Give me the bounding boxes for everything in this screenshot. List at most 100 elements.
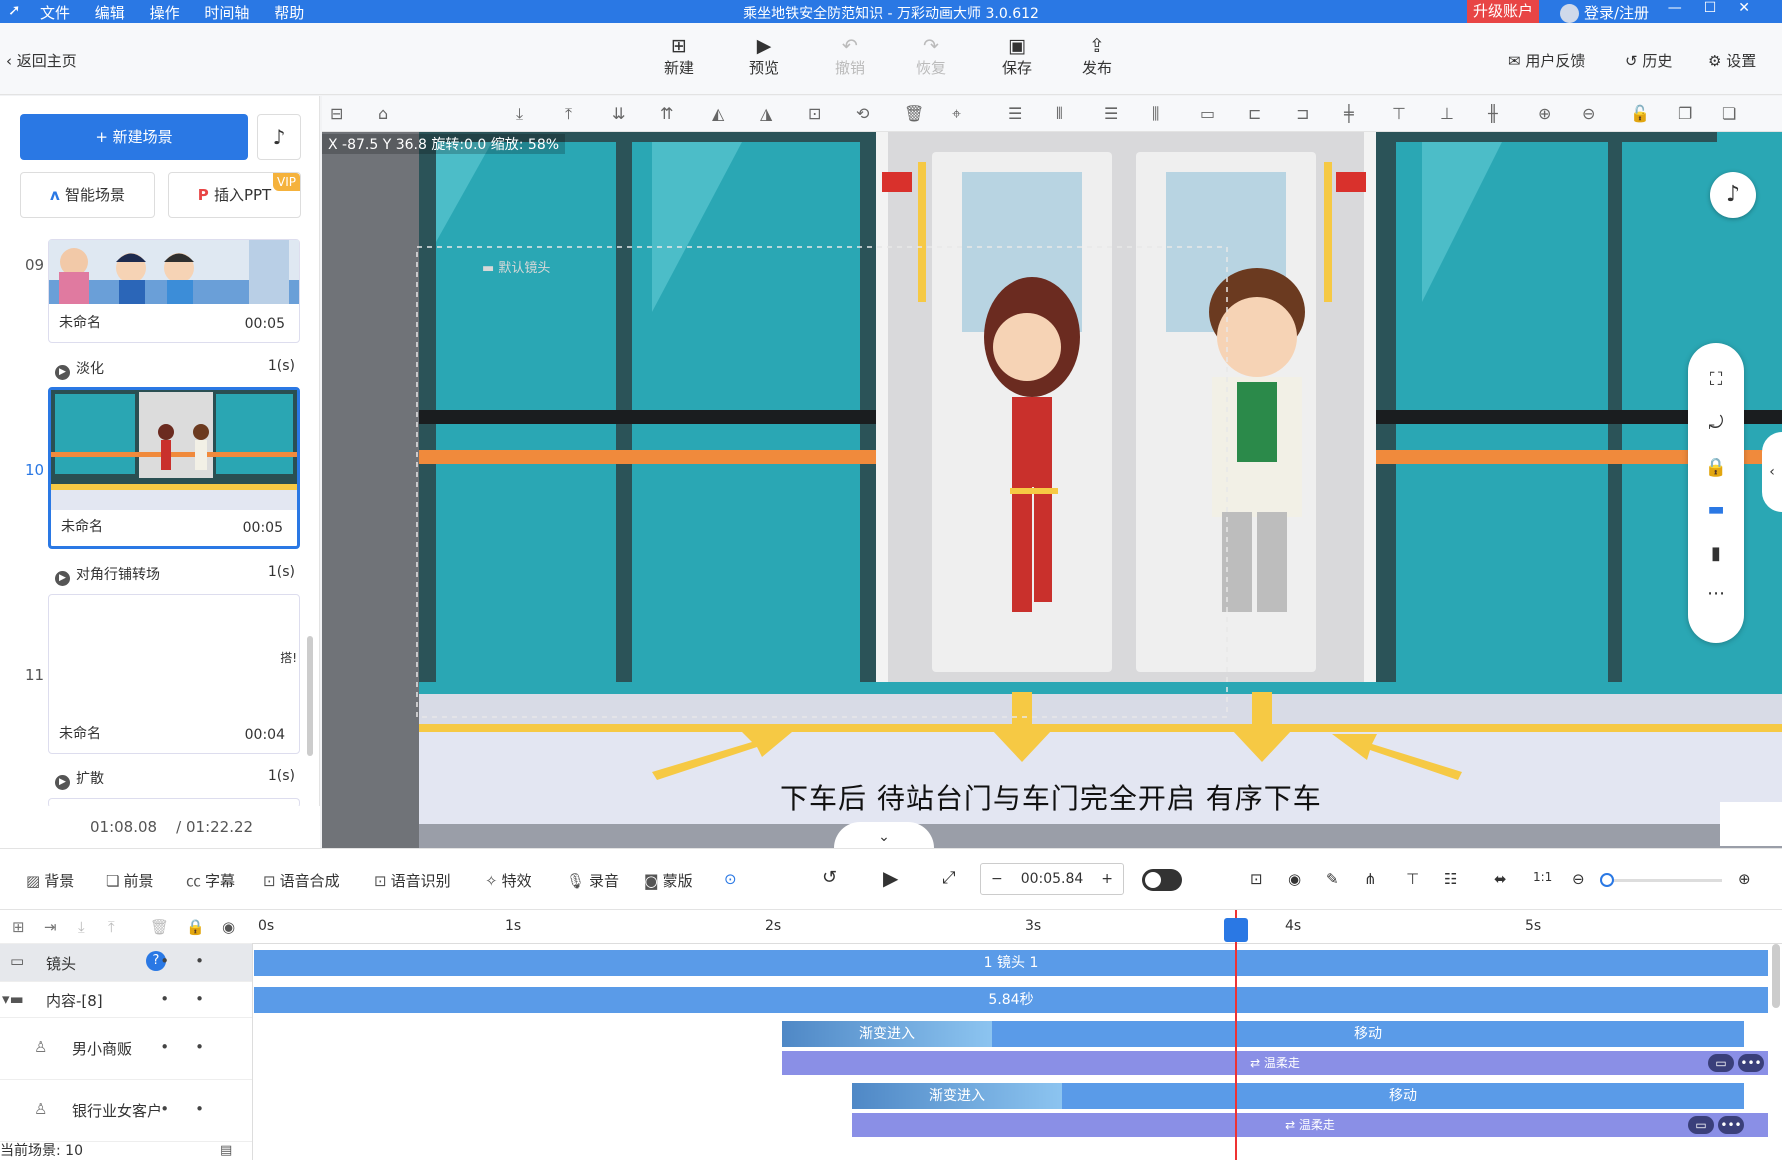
mask-button[interactable]: ◙ 蒙版 — [644, 870, 693, 891]
new-scene-button[interactable]: + 新建场景 — [20, 114, 248, 160]
rotate-view-icon[interactable]: ⤾ — [1688, 413, 1744, 434]
scene-card-10[interactable]: 未命名 00:05 — [48, 387, 300, 549]
split-icon[interactable]: ⋔ — [1364, 870, 1377, 888]
center-h-icon[interactable]: ╪ — [1344, 104, 1354, 123]
background-button[interactable]: ▨ 背景 — [26, 870, 74, 891]
track-content-folder[interactable]: ▾▬ 内容-[8] •• — [0, 982, 252, 1018]
foreground-button[interactable]: ❏ 前景 — [106, 870, 153, 891]
preview-button[interactable]: ▶ 预览 — [736, 35, 792, 78]
insert-ppt-button[interactable]: P 插入PPT VIP — [168, 172, 301, 218]
replay-icon[interactable]: ↺ — [822, 867, 837, 888]
track-female-customer[interactable]: ♙ 银行业女客户 •• — [0, 1080, 252, 1142]
background-music-button[interactable]: ♪ — [1710, 172, 1756, 218]
paste-icon[interactable]: ❏ — [1722, 104, 1736, 123]
canvas-stage[interactable]: X -87.5 Y 36.8 旋转:0.0 缩放: 58% ▬ 默认镜头 下车后… — [322, 132, 1782, 848]
flip-horizontal-icon[interactable]: ◭ — [712, 104, 724, 123]
subtitle-text[interactable]: 下车后 待站台门与车门完全开启 有序下车 — [780, 777, 1322, 817]
move-top-icon[interactable]: ⤒ — [565, 104, 572, 124]
ai-scene-button[interactable]: ʌ 智能场景 — [20, 172, 155, 218]
track-toggles[interactable]: •• — [160, 990, 230, 1008]
lock-all-icon[interactable]: 🔒 — [186, 918, 205, 936]
zoom-in-icon[interactable]: ⊕ — [1538, 104, 1551, 123]
play-button[interactable]: ▶ — [883, 866, 898, 890]
upgrade-account-button[interactable]: 升级账户 — [1467, 0, 1540, 23]
move-bottom-icon[interactable]: ⤓ — [516, 104, 523, 124]
publish-button[interactable]: ⇪ 发布 — [1069, 35, 1125, 78]
minus-icon[interactable]: − — [991, 864, 1003, 894]
move-down-icon[interactable]: ⇊ — [612, 104, 625, 123]
ruler-icon[interactable]: ⊟ — [330, 104, 343, 123]
playhead-handle[interactable] — [1224, 918, 1248, 942]
eye-icon[interactable]: ◉ — [222, 918, 235, 936]
align-right-icon[interactable]: ⊐ — [1296, 104, 1309, 123]
adjust-icon[interactable]: ☷ — [1444, 870, 1457, 888]
focus-icon[interactable]: ⌖ — [952, 104, 961, 124]
center-v-icon[interactable]: ╫ — [1488, 104, 1498, 123]
portrait-icon[interactable]: ▮ — [1688, 543, 1744, 564]
track-toggles[interactable]: •• — [160, 952, 230, 970]
align-left-icon[interactable]: ⊏ — [1248, 104, 1261, 123]
side-panel-toggle[interactable]: ‹ — [1762, 432, 1782, 512]
new-button[interactable]: ⊞ 新建 — [651, 35, 707, 78]
timeline-zoom-slider[interactable] — [1608, 879, 1722, 882]
walk-action-clip[interactable]: ⇄ 温柔走 — [852, 1113, 1768, 1137]
scene-scrollbar[interactable] — [307, 636, 313, 756]
more-icon[interactable]: ⋯ — [1688, 583, 1744, 604]
zoom-out-timeline-icon[interactable]: ⊖ — [1572, 870, 1585, 888]
feedback-button[interactable]: ✉ 用户反馈 — [1508, 50, 1585, 71]
scene-list-icon[interactable]: ▤ — [220, 1143, 232, 1158]
delete-icon[interactable]: 🗑 — [904, 104, 924, 123]
move-clip[interactable]: 移动 — [992, 1021, 1744, 1047]
more-tools-icon[interactable]: ⊙ — [724, 870, 737, 888]
snap-toggle[interactable] — [1142, 869, 1182, 891]
login-register-button[interactable]: 登录/注册 — [1560, 2, 1649, 23]
effects-button[interactable]: ✧ 特效 — [485, 870, 532, 891]
settings-button[interactable]: ⚙ 设置 — [1708, 50, 1756, 71]
scene-card-09[interactable]: 未命名 00:05 — [48, 239, 300, 343]
align-top-icon[interactable]: ☰ — [1008, 104, 1022, 123]
home-icon[interactable]: ⌂ — [378, 104, 388, 123]
align-center-icon[interactable]: ⫴ — [1056, 104, 1063, 124]
plus-icon[interactable]: + — [1101, 864, 1113, 894]
tts-button[interactable]: ⊡ 语音合成 — [263, 870, 340, 891]
align-bottom-edge-icon[interactable]: ⊥ — [1440, 104, 1454, 123]
add-keyframe-icon[interactable]: ⊡ — [1250, 870, 1263, 888]
lock-icon[interactable]: ⊡ — [808, 104, 821, 123]
time-ruler[interactable]: 0s 1s 2s 3s 4s 5s — [252, 910, 1782, 944]
collapse-panel-tab[interactable]: ⌄ — [834, 822, 934, 848]
comment-icon[interactable]: ▭ — [1688, 1116, 1714, 1134]
snapshot-icon[interactable]: ◉ — [1288, 870, 1301, 888]
transition-row[interactable]: ▶ 淡化 1(s) — [55, 358, 295, 380]
track-camera[interactable]: ▭ 镜头 ? •• — [0, 944, 252, 982]
undo-button[interactable]: ↶ 撤销 — [822, 35, 878, 78]
caption-button[interactable]: ㏄字幕 — [186, 870, 235, 891]
current-time-input[interactable]: 00:05.84 — [1021, 871, 1084, 887]
camera-clip-bar[interactable]: 1 镜头 1 — [254, 950, 1768, 976]
fade-in-clip[interactable]: 渐变进入 — [852, 1083, 1062, 1109]
fit-timeline-icon[interactable]: ⬌ — [1494, 870, 1507, 888]
redo-button[interactable]: ↷ 恢复 — [903, 35, 959, 78]
track-toggles[interactable]: •• — [160, 1100, 230, 1118]
flip-vertical-icon[interactable]: ◮ — [760, 104, 772, 123]
one-to-one-icon[interactable]: 1:1 — [1533, 870, 1552, 884]
more-options-icon[interactable]: ••• — [1718, 1116, 1744, 1134]
zoom-out-icon[interactable]: ⊖ — [1582, 104, 1595, 123]
record-button[interactable]: 🎙 录音 — [566, 870, 619, 891]
delete-track-icon[interactable]: 🗑 — [150, 918, 169, 936]
zoom-in-timeline-icon[interactable]: ⊕ — [1738, 870, 1751, 888]
rotate-icon[interactable]: ⟲ — [856, 104, 869, 123]
back-home-link[interactable]: ‹ 返回主页 — [6, 50, 77, 71]
unlock-icon[interactable]: 🔓 — [1630, 104, 1650, 123]
fullscreen-icon[interactable]: ⤢ — [942, 868, 956, 888]
speech-recognition-button[interactable]: ⊡ 语音识别 — [374, 870, 451, 891]
transition-row[interactable]: ▶ 对角行铺转场 1(s) — [55, 564, 295, 586]
filter-icon[interactable]: ⊤ — [1406, 870, 1419, 888]
distribute-h-icon[interactable]: ⫼ — [1152, 104, 1159, 124]
more-options-icon[interactable]: ••• — [1738, 1054, 1764, 1072]
comment-icon[interactable]: ▭ — [1708, 1054, 1734, 1072]
scene-card-11[interactable]: 搭! 未命名 00:04 — [48, 594, 300, 754]
minimap-thumb[interactable] — [1720, 802, 1782, 846]
add-folder-icon[interactable]: ⊞ — [12, 918, 25, 936]
track-male-vendor[interactable]: ♙ 男小商贩 •• — [0, 1018, 252, 1080]
distribute-v-icon[interactable]: ▭ — [1200, 104, 1215, 123]
